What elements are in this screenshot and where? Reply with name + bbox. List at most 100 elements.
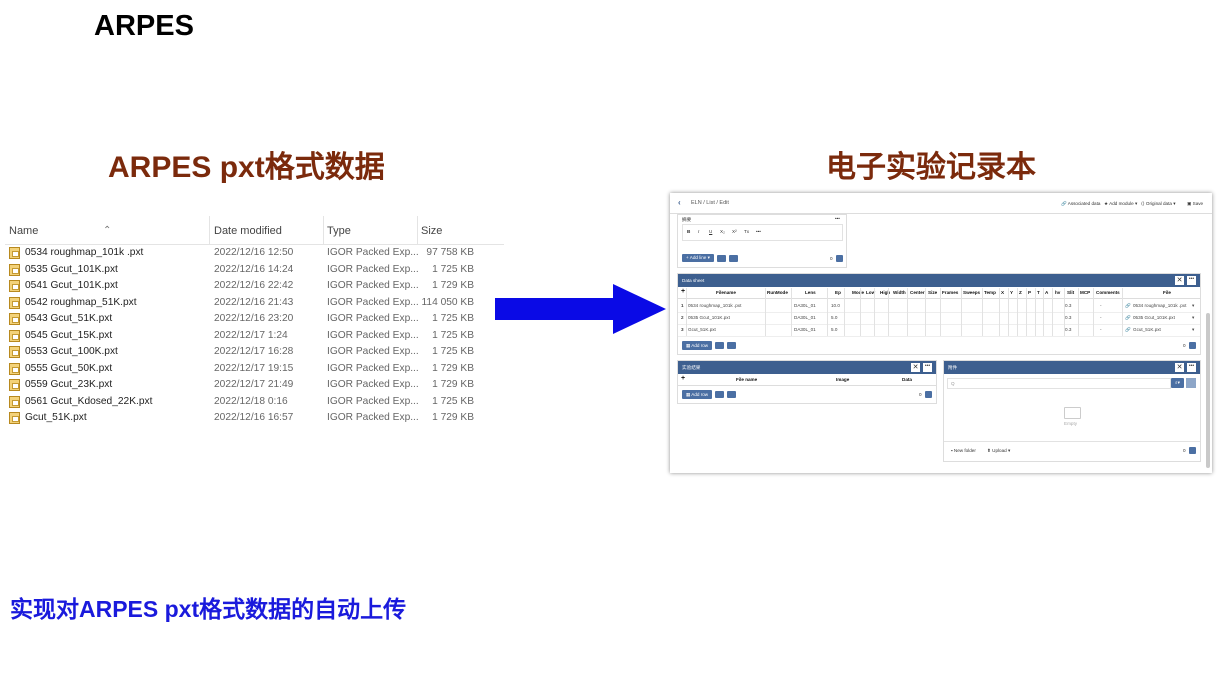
add-row-button[interactable]: ▦ Add row [682, 341, 712, 350]
search-icon[interactable]: ⌕▾ [1171, 378, 1184, 388]
italic-icon[interactable]: I [698, 229, 699, 234]
empty-text: Empty [1064, 421, 1078, 426]
results-title: 实验结果 [682, 365, 701, 370]
more-tools-icon[interactable]: ••• [756, 229, 761, 234]
associated-data-button[interactable]: 🔗 Associated data [1061, 201, 1100, 207]
dropdown-icon[interactable]: ▾ [1192, 315, 1194, 321]
undo-icon[interactable] [715, 342, 724, 349]
column-name[interactable]: Name [9, 225, 38, 237]
row-lens[interactable]: DA30L_01 [794, 315, 816, 320]
add-column-icon[interactable]: + [681, 288, 685, 295]
row-comments[interactable]: - [1100, 327, 1102, 332]
grid-line [1052, 288, 1053, 336]
superscript-icon[interactable]: X² [732, 229, 737, 234]
file-row[interactable]: 0535 Gcut_101K.pxt 2022/12/16 14:24 IGOR P… [5, 262, 504, 278]
results-columns: + File name Image Data [678, 375, 936, 386]
column-date-modified[interactable]: Date modified [214, 225, 282, 237]
add-line-button[interactable]: + Add line ▾ [682, 254, 714, 262]
bold-icon[interactable]: B [687, 229, 690, 234]
row-file[interactable]: Gcut_51K.pxt [1133, 327, 1161, 332]
add-module-button[interactable]: ★ Add module ▾ [1104, 201, 1137, 207]
empty-box-icon [1064, 407, 1081, 419]
file-name: 0541 Gcut_101K.pxt [25, 280, 118, 291]
file-date: 2022/12/16 23:20 [214, 313, 294, 324]
row-file[interactable]: 0535 Gcut_101K.pxt [1133, 315, 1175, 320]
column-size[interactable]: Size [421, 225, 442, 237]
save-button[interactable]: ▣ Save [1187, 201, 1203, 207]
add-line-label: Add line [689, 255, 707, 260]
underline-icon[interactable]: U [709, 229, 712, 234]
subscript-icon[interactable]: X₂ [720, 229, 725, 234]
dropdown-icon[interactable]: ▾ [1192, 303, 1194, 309]
file-name: 0543 Gcut_51K.pxt [25, 313, 113, 324]
file-row[interactable]: 0555 Gcut_50K.pxt 2022/12/17 19:15 IGOR Pa… [5, 361, 504, 377]
file-size: 1 729 KB [432, 280, 474, 291]
file-row[interactable]: 0553 Gcut_100K.pxt 2022/12/17 16:28 IGOR P… [5, 344, 504, 360]
upload-button[interactable]: ⬆ Upload ▾ [987, 448, 1010, 454]
row-lens[interactable]: DA30L_01 [794, 303, 816, 308]
data-sheet-page-icon[interactable] [1189, 342, 1196, 349]
row-filename[interactable]: 0535 Gcut_101K.pxt [688, 315, 730, 320]
more-icon[interactable]: ••• [835, 216, 840, 221]
grid-line [686, 288, 687, 336]
file-row[interactable]: 0545 Gcut_15K.pxt 2022/12/17 1:24 IGOR Pac… [5, 328, 504, 344]
file-date: 2022/12/16 16:57 [214, 412, 294, 423]
row-slit[interactable]: 0.3 [1065, 327, 1071, 332]
redo-icon[interactable] [727, 391, 736, 398]
row-slit[interactable]: 0.3 [1065, 315, 1071, 320]
column-type[interactable]: Type [327, 225, 351, 237]
file-row[interactable]: 0542 roughmap_51K.pxt 2022/12/16 21:43 IGO… [5, 295, 504, 311]
grid-line [1017, 288, 1018, 336]
row-filename[interactable]: 0534 roughmap_101k .pxt [688, 303, 741, 308]
attachment-search-input[interactable]: Q [947, 378, 1171, 389]
panel-menu-icon[interactable]: ••• [923, 363, 932, 372]
attachments-page-icon[interactable] [1189, 447, 1196, 454]
redo-icon[interactable] [729, 255, 738, 262]
column-header: Mode [852, 290, 864, 295]
new-folder-button[interactable]: ▪ New folder [951, 448, 976, 453]
dropdown-icon[interactable]: ▾ [1192, 327, 1194, 333]
original-data-button[interactable]: ⟨⟩ Original data ▾ [1141, 201, 1176, 207]
data-sheet-header: Data sheet ✕ ••• [678, 274, 1200, 287]
breadcrumb: ELN / List / Edit [691, 200, 729, 206]
add-column-icon[interactable]: + [681, 375, 685, 382]
file-type: IGOR Packed Exp... [327, 263, 419, 275]
row-index: 1 [681, 303, 684, 308]
expand-icon[interactable]: ✕ [1175, 363, 1184, 372]
row-ep[interactable]: 5.0 [831, 315, 837, 320]
redo-icon[interactable] [727, 342, 736, 349]
row-file[interactable]: 0534 roughmap_101k .pxt [1133, 303, 1186, 308]
expand-icon[interactable]: ✕ [911, 363, 920, 372]
file-row[interactable]: 0534 roughmap_101k .pxt 2022/12/16 12:50 I… [5, 245, 504, 261]
row-ep[interactable]: 5.0 [831, 327, 837, 332]
file-row[interactable]: 0561 Gcut_Kdosed_22K.pxt 2022/12/18 0:16 I… [5, 394, 504, 410]
column-header: Frames [942, 290, 959, 295]
add-row-button[interactable]: ▦ Add row [682, 390, 712, 399]
filter-icon[interactable] [1186, 378, 1196, 388]
undo-icon[interactable] [717, 255, 726, 262]
panel-menu-icon[interactable]: ••• [1187, 363, 1196, 372]
back-icon[interactable]: ‹ [678, 198, 681, 207]
clear-format-icon[interactable]: Tx [744, 229, 749, 234]
grid-line [844, 288, 845, 336]
file-row[interactable]: Gcut_51K.pxt 2022/12/16 16:57 IGOR Packed … [5, 410, 504, 426]
row-comments[interactable]: - [1100, 315, 1102, 320]
file-type: IGOR Packed Exp... [327, 412, 419, 423]
file-row[interactable]: 0559 Gcut_23K.pxt 2022/12/17 21:49 IGOR Pa… [5, 377, 504, 393]
results-page-icon[interactable] [925, 391, 932, 398]
undo-icon[interactable] [715, 391, 724, 398]
new-folder-label: New folder [953, 448, 976, 453]
column-header: P [1028, 290, 1032, 295]
expand-icon[interactable]: ✕ [1175, 276, 1184, 285]
panel-menu-icon[interactable]: ••• [1187, 276, 1196, 285]
row-comments[interactable]: - [1100, 303, 1102, 308]
file-row[interactable]: 0543 Gcut_51K.pxt 2022/12/16 23:20 IGOR Pa… [5, 311, 504, 327]
scrollbar[interactable] [1206, 313, 1210, 468]
editor-page-icon[interactable] [836, 255, 843, 262]
file-row[interactable]: 0541 Gcut_101K.pxt 2022/12/16 22:42 IGOR P… [5, 278, 504, 294]
row-slit[interactable]: 0.3 [1065, 303, 1071, 308]
row-ep[interactable]: 10.0 [831, 303, 840, 308]
row-lens[interactable]: DA30L_01 [794, 327, 816, 332]
row-filename[interactable]: Gcut_51K.pxt [688, 327, 716, 332]
explorer-header: ⌃ Name Date modified Type Size [5, 216, 504, 245]
